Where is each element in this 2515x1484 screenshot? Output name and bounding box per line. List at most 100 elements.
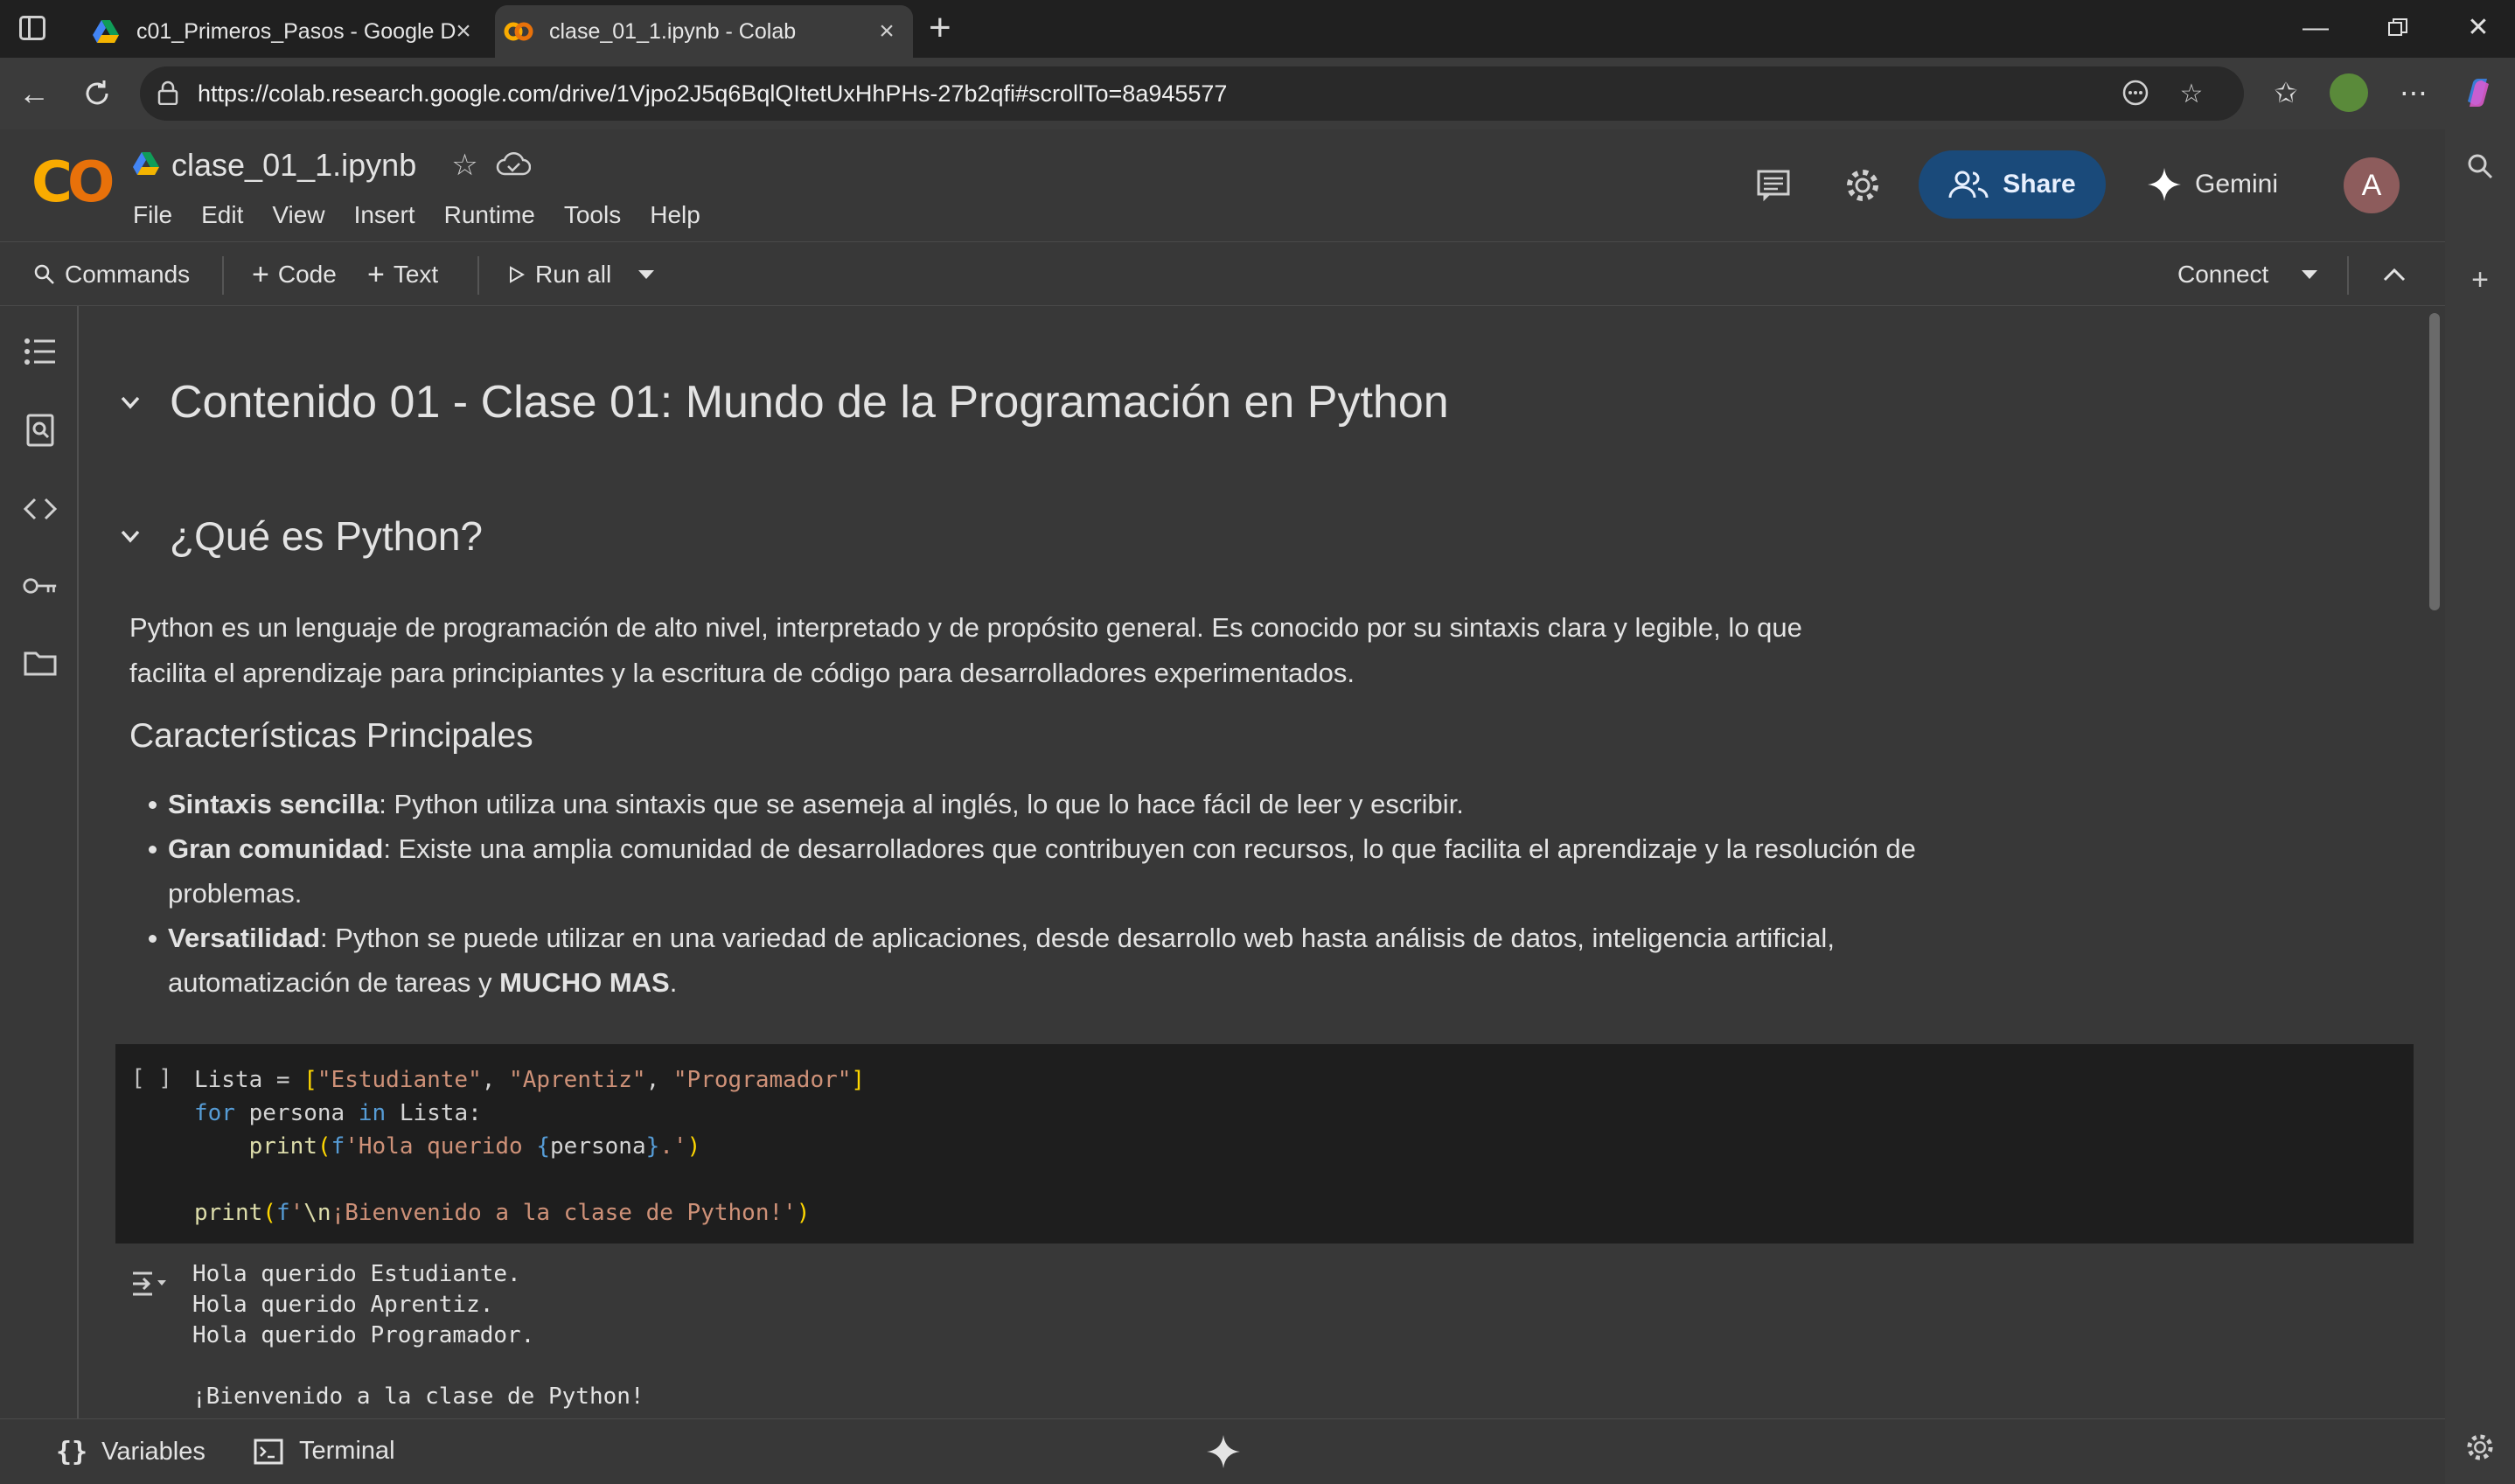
toolbar-divider — [477, 256, 479, 295]
run-all-label: Run all — [535, 261, 612, 288]
favorites-icon[interactable]: ✩ — [2265, 72, 2307, 114]
gemini-button[interactable]: Gemini — [2146, 156, 2278, 213]
bullet-bold: MUCHO MAS — [499, 967, 670, 998]
terminal-button[interactable]: Terminal — [254, 1437, 395, 1466]
notebook-scrollbar[interactable] — [2424, 306, 2445, 1418]
share-button[interactable]: Share — [1919, 150, 2106, 219]
menu-view[interactable]: View — [272, 201, 324, 229]
close-window-icon[interactable]: ✕ — [2452, 9, 2505, 47]
tab-title: c01_Primeros_Pasos - Google Driv — [136, 18, 456, 44]
output-line: Hola querido Aprentiz. — [192, 1292, 494, 1318]
connect-label: Connect — [2177, 261, 2269, 288]
gemini-sparkle-icon — [2148, 168, 2181, 201]
colab-icon — [504, 17, 533, 46]
gemini-sparkle-icon[interactable] — [1205, 1433, 1242, 1470]
heading-subtitle: ¿Qué es Python? — [170, 513, 483, 559]
section-heading-2: ¿Qué es Python? — [117, 512, 483, 560]
output-toggle-icon[interactable] — [129, 1268, 168, 1301]
list-item: Sintaxis sencilla: Python utiliza una si… — [149, 782, 1917, 826]
features-list: Sintaxis sencilla: Python utiliza una si… — [149, 782, 1917, 1005]
tab-colab[interactable]: clase_01_1.ipynb - Colab × — [495, 5, 913, 58]
menu-insert[interactable]: Insert — [354, 201, 415, 229]
output-line: ¡Bienvenido a la clase de Python! — [192, 1383, 644, 1410]
back-icon[interactable]: ← — [14, 73, 54, 114]
find-replace-icon[interactable] — [23, 413, 58, 448]
run-cell-button[interactable]: [ ] — [131, 1065, 172, 1091]
plus-icon: + — [252, 257, 269, 291]
tab-close-icon[interactable]: × — [873, 17, 901, 45]
run-all-dropdown-icon[interactable] — [637, 256, 656, 293]
gemini-label: Gemini — [2195, 170, 2279, 199]
comments-icon[interactable] — [1749, 161, 1798, 210]
colab-logo[interactable]: CO — [31, 150, 115, 215]
url-text: https://colab.research.google.com/drive/… — [198, 80, 1228, 107]
favorite-star-icon[interactable]: ☆ — [2176, 79, 2207, 110]
more-options-icon[interactable]: ⋯ — [2393, 72, 2435, 114]
play-icon — [510, 266, 525, 283]
code-cell[interactable]: [ ] Lista = ["Estudiante", "Aprentiz", "… — [115, 1044, 2414, 1244]
tab-google-drive[interactable]: c01_Primeros_Pasos - Google Driv × — [82, 5, 490, 58]
colab-header: CO clase_01_1.ipynb ☆ File Edit View Ins… — [0, 129, 2445, 241]
browser-tab-strip: c01_Primeros_Pasos - Google Driv × clase… — [0, 0, 2515, 58]
settings-gear-icon[interactable] — [1838, 161, 1887, 210]
chevron-down-icon[interactable] — [117, 523, 143, 549]
settings-gear-icon[interactable] — [2461, 1429, 2499, 1467]
notebook-content: Contenido 01 - Clase 01: Mundo de la Pro… — [80, 306, 2424, 1418]
table-of-contents-icon[interactable] — [23, 334, 58, 369]
variables-button[interactable]: {} Variables — [56, 1437, 206, 1467]
scrollbar-thumb[interactable] — [2429, 313, 2440, 610]
menu-file[interactable]: File — [133, 201, 172, 229]
avatar[interactable]: A — [2344, 157, 2400, 213]
heading-title: Contenido 01 - Clase 01: Mundo de la Pro… — [170, 377, 1449, 428]
files-folder-icon[interactable] — [23, 645, 58, 680]
search-icon — [34, 264, 54, 284]
reload-icon[interactable] — [77, 73, 117, 114]
search-icon[interactable] — [2461, 147, 2499, 185]
chevron-down-icon[interactable] — [117, 389, 143, 415]
output-cell: Hola querido Estudiante. Hola querido Apr… — [115, 1252, 2414, 1418]
star-icon[interactable]: ☆ — [451, 148, 477, 183]
lock-icon[interactable] — [157, 80, 182, 107]
menu-runtime[interactable]: Runtime — [444, 201, 535, 229]
menu-help[interactable]: Help — [650, 201, 700, 229]
cloud-saved-icon[interactable] — [496, 151, 531, 180]
commands-button[interactable]: Commands — [33, 256, 190, 293]
code-editor[interactable]: Lista = ["Estudiante", "Aprentiz", "Prog… — [194, 1063, 865, 1230]
filename-row: clase_01_1.ipynb ☆ — [133, 147, 531, 184]
bullet-text: : Python se puede utilizar en una varied… — [168, 923, 1835, 998]
new-tab-icon[interactable]: + — [929, 9, 951, 47]
secrets-key-icon[interactable] — [23, 568, 58, 603]
terminal-icon — [254, 1439, 283, 1464]
curly-braces-icon: {} — [56, 1437, 88, 1467]
connect-button[interactable]: Connect — [2177, 256, 2268, 293]
menu-edit[interactable]: Edit — [201, 201, 243, 229]
notebook-filename[interactable]: clase_01_1.ipynb — [171, 147, 416, 184]
tab-close-icon[interactable]: × — [449, 17, 477, 45]
profile-icon[interactable] — [2328, 72, 2370, 114]
add-text-button[interactable]: + Text — [367, 256, 438, 293]
people-icon — [1948, 171, 1989, 199]
code-snippets-icon[interactable] — [23, 491, 58, 526]
copilot-icon[interactable] — [2457, 72, 2499, 114]
bullet-text: : Python utiliza una sintaxis que se ase… — [379, 789, 1464, 819]
address-bar-row: ← https://colab.research.google.com/driv… — [0, 58, 2515, 129]
collapse-header-icon[interactable] — [2382, 256, 2407, 293]
google-drive-icon — [91, 17, 121, 46]
add-icon[interactable]: + — [2461, 261, 2499, 299]
connect-dropdown-icon[interactable] — [2300, 256, 2319, 293]
left-rail — [0, 306, 79, 1418]
menu-tools[interactable]: Tools — [564, 201, 621, 229]
toolbar-divider — [222, 256, 224, 295]
reading-mode-icon[interactable] — [2120, 79, 2151, 110]
menu-bar: File Edit View Insert Runtime Tools Help — [133, 201, 729, 229]
restore-icon[interactable] — [2372, 9, 2424, 47]
intro-line: facilita el aprendizaje para principiant… — [129, 658, 1355, 688]
sidebar-toggle-icon[interactable] — [19, 16, 45, 40]
share-label: Share — [2003, 170, 2076, 199]
address-bar[interactable]: https://colab.research.google.com/drive/… — [140, 66, 2244, 121]
terminal-label: Terminal — [299, 1437, 395, 1465]
add-code-button[interactable]: + Code — [252, 256, 337, 293]
list-item: Gran comunidad: Existe una amplia comuni… — [149, 826, 1917, 916]
run-all-button[interactable]: Run all — [509, 256, 611, 293]
minimize-icon[interactable]: — — [2289, 9, 2342, 47]
